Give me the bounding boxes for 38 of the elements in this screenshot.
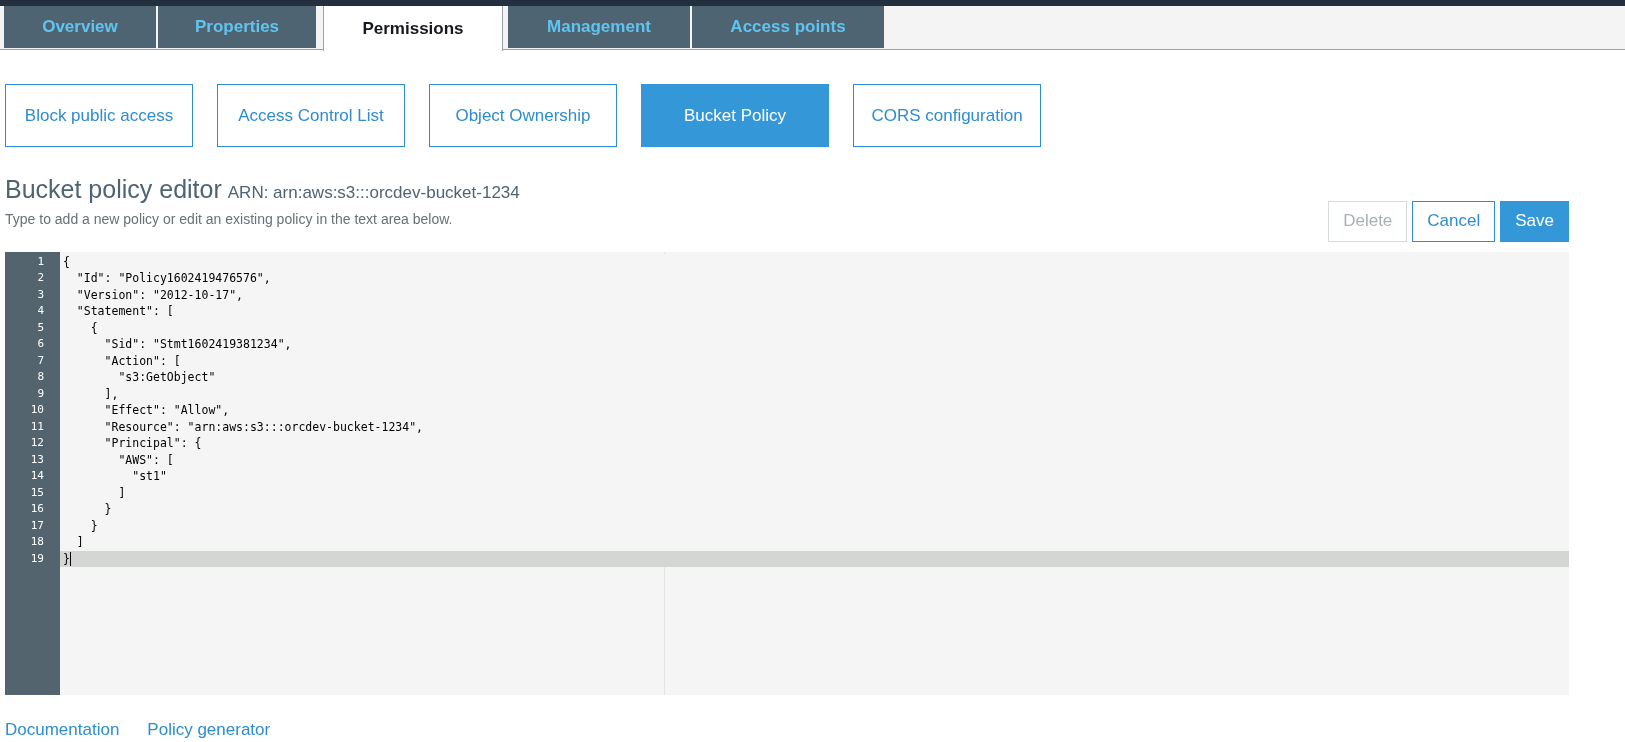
line-number: 9 bbox=[36, 385, 45, 402]
line-number: 19 bbox=[29, 550, 45, 567]
line-number: 4 bbox=[36, 303, 45, 319]
tab[interactable]: Overview bbox=[4, 6, 156, 48]
line-number: 3 bbox=[36, 286, 45, 303]
line-number: 7 bbox=[36, 352, 45, 369]
line-number: 11 bbox=[29, 418, 45, 435]
line-number: 1 bbox=[36, 253, 45, 270]
code-editor[interactable] bbox=[5, 251, 1569, 695]
section-tab[interactable]: CORS configuration bbox=[853, 84, 1041, 147]
line-number: 17 bbox=[29, 517, 45, 534]
footer-link[interactable]: Policy generator bbox=[147, 716, 271, 742]
tab[interactable]: Permissions bbox=[323, 6, 503, 51]
line-number: 16 bbox=[29, 501, 45, 517]
section-tab[interactable]: Block public access bbox=[5, 84, 193, 147]
text-cursor bbox=[69, 552, 71, 566]
section-tab[interactable]: Bucket Policy bbox=[641, 84, 829, 147]
bucket-arn: ARN: arn:aws:s3:::orcdev-bucket-1234 bbox=[227, 182, 520, 204]
line-number: 2 bbox=[36, 270, 45, 286]
tab[interactable]: Management bbox=[508, 6, 690, 48]
line-number: 13 bbox=[29, 451, 45, 468]
editor-description: Type to add a new policy or edit an existing policy in the text area below. bbox=[5, 209, 454, 229]
editor-title: Bucket policy editor bbox=[5, 174, 222, 205]
footer-link[interactable]: Documentation bbox=[5, 716, 120, 742]
action-button[interactable]: Save bbox=[1500, 200, 1569, 242]
tab[interactable]: Access points bbox=[692, 6, 884, 48]
line-number: 8 bbox=[36, 369, 45, 385]
section-tab[interactable]: Object Ownership bbox=[429, 84, 617, 147]
section-tab[interactable]: Access Control List bbox=[217, 84, 405, 147]
line-number: 15 bbox=[29, 484, 45, 501]
line-number: 12 bbox=[29, 435, 45, 451]
line-number: 14 bbox=[29, 468, 45, 484]
action-button[interactable]: Cancel bbox=[1412, 200, 1496, 242]
line-number: 10 bbox=[29, 402, 45, 418]
line-number: 6 bbox=[36, 336, 45, 352]
line-number: 5 bbox=[36, 319, 45, 336]
tab[interactable]: Properties bbox=[158, 6, 316, 48]
line-number: 18 bbox=[29, 534, 45, 550]
